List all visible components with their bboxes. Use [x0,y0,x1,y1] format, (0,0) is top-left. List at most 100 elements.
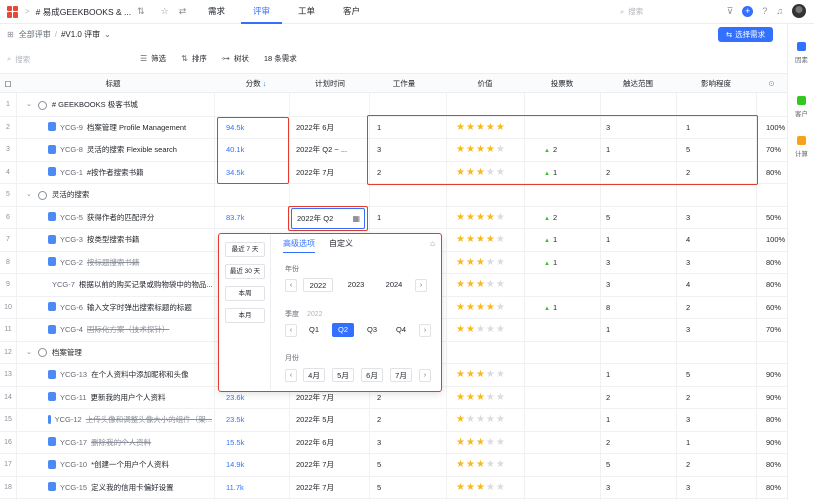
star-icon[interactable]: ★ [466,279,476,290]
reach-value[interactable]: 8 [606,297,676,319]
quick-this-week[interactable]: 本周 [225,286,265,301]
star-icon[interactable]: ★ [456,279,466,290]
star-icon[interactable]: ★ [496,459,506,470]
year-prev-icon[interactable]: ‹ [285,278,297,292]
col-value[interactable]: 价值 [446,73,524,93]
star-icon[interactable]: ★ [486,459,496,470]
star-icon[interactable]: ★ [496,482,506,493]
breadcrumb-root[interactable]: 全部评审 [19,29,51,40]
table-search[interactable]: ⌕ 搜索 [7,54,127,65]
impact-value[interactable]: 3 [686,252,756,274]
table-row[interactable]: 15 YCG-12 上传头像和调整头像大小的组件（架... 23.5k 2022年 5月… [0,409,787,432]
star-icon[interactable]: ★ [466,212,476,223]
requirement-title[interactable]: YCG-8 灵活的搜索 Flexible search [48,139,212,161]
star-icon[interactable]: ★ [486,302,496,313]
star-icon[interactable]: ★ [496,257,506,268]
value-rating[interactable]: ★★★★★ [456,432,536,454]
reach-value[interactable]: 3 [606,274,676,296]
requirement-code[interactable]: YCG-7 [52,274,75,296]
quarter-option-q2[interactable]: Q2 [332,323,354,337]
requirement-title[interactable]: YCG-9 档案管理 Profile Management [48,117,212,139]
tab-review[interactable]: 评审 [241,0,282,24]
star-icon[interactable]: ★ [466,324,476,335]
star-icon[interactable]: ★ [476,212,486,223]
star-icon[interactable]: ★ [476,324,486,335]
requirement-title-text[interactable]: *创建一个用户个人资料 [91,454,169,476]
value-rating[interactable]: ★★★★★ [456,297,536,319]
star-icon[interactable]: ★ [466,459,476,470]
impact-value[interactable]: 2 [686,387,756,409]
star-icon[interactable]: ★ [486,369,496,380]
quarter-option-q3[interactable]: Q3 [361,323,383,337]
star-icon[interactable]: ★ [466,437,476,448]
votes-cell[interactable]: ▲ 1 [544,252,600,274]
value-rating[interactable]: ★★★★★ [456,409,536,431]
swap-icon[interactable]: ⇄ [179,6,187,17]
star-icon[interactable]: ★ [456,459,466,470]
plan-time[interactable]: 2022年 7月 [296,477,368,499]
requirement-title[interactable]: YCG-12 上传头像和调整头像大小的组件（架... [48,409,212,431]
star-icon[interactable]: ★ [486,257,496,268]
requirement-code[interactable]: YCG-9 [60,117,83,139]
rail-item-factors[interactable]: 因素 [788,42,814,64]
tab-advanced[interactable]: 高级选项 [283,238,315,253]
workload-value[interactable]: 1 [377,207,447,229]
filter-funnel-icon[interactable]: ⊽ [727,6,734,17]
filter-button[interactable]: ☰ 筛选 [140,53,166,64]
workload-value[interactable]: 3 [377,432,447,454]
help-icon[interactable]: ? [762,6,767,16]
tree-view-button[interactable]: ⊶ 树状 [222,53,249,64]
star-icon[interactable]: ★ [486,279,496,290]
menu-grid-icon[interactable]: ⊞ [7,30,14,39]
rail-item-customers[interactable]: 客户 [788,96,814,118]
quarter-prev-icon[interactable]: ‹ [285,323,297,337]
reach-value[interactable]: 1 [606,364,676,386]
project-title[interactable]: # 易成GEEKBOOKS & ... [36,6,131,18]
quick-last-7-days[interactable]: 最近 7 天 [225,242,265,257]
requirement-title-text[interactable]: 灵活的搜索 Flexible search [87,139,177,161]
chevron-down-icon[interactable]: ⌄ [26,184,32,206]
requirement-title[interactable]: YCG-11 更新我的用户个人资料 [48,387,212,409]
requirement-title-text[interactable]: 在个人资料中添加昵称和头像 [91,364,189,386]
upvote-icon[interactable]: ▲ [544,238,550,244]
requirement-title-text[interactable]: 输入文字时弹出搜索标题的标题 [87,297,192,319]
requirement-title[interactable]: YCG-10 *创建一个用户个人资料 [48,454,212,476]
year-option-2022[interactable]: 2022 [303,278,333,292]
quarter-next-icon[interactable]: › [419,323,431,337]
requirement-code[interactable]: YCG-5 [60,207,83,229]
plan-time[interactable]: 2022年 6月 [296,117,368,139]
col-score[interactable]: 分数 ↓ [226,73,286,93]
star-icon[interactable]: ★ [496,414,506,425]
value-rating[interactable]: ★★★★★ [456,387,536,409]
requirement-code[interactable]: YCG-11 [60,387,87,409]
upvote-icon[interactable]: ▲ [544,306,550,312]
star-icon[interactable]: ★ [466,392,476,403]
requirement-code[interactable]: YCG-10 [60,454,87,476]
requirement-title-text[interactable]: 更新我的用户个人资料 [91,387,166,409]
requirement-title[interactable]: YCG-17 删除我的个人资料 [48,432,212,454]
table-row[interactable]: 16 YCG-17 删除我的个人资料 15.5k 2022年 6月 3 ★★★★★ 2 1 90% [0,432,787,454]
star-icon[interactable]: ★ [466,414,476,425]
picker-home-icon[interactable]: ⌂ [430,239,435,248]
value-rating[interactable]: ★★★★★ [456,319,536,341]
star-icon[interactable]: ★ [486,414,496,425]
votes-cell[interactable] [544,364,600,386]
requirement-title[interactable]: YCG-2 按标题搜索书籍 [48,252,212,274]
global-search[interactable]: ⌕ 搜索 [620,5,684,18]
workload-value[interactable]: 2 [377,409,447,431]
requirement-code[interactable]: YCG-13 [60,364,87,386]
star-icon[interactable]: ★ [486,234,496,245]
reach-value[interactable]: 1 [606,319,676,341]
requirement-title-text[interactable]: 根据以前的购买记录或购物袋中的物品... [79,274,212,296]
table-row[interactable]: 6 YCG-5 获得作者的匹配评分 83.7k 1 ★★★★★ ▲ 2 5 3 50% [0,207,787,229]
table-row[interactable]: 17 YCG-10 *创建一个用户个人资料 14.9k 2022年 7月 5 ★★★★★ 5 2… [0,454,787,477]
votes-cell[interactable] [544,432,600,454]
star-icon[interactable]: ★ [466,369,476,380]
star-icon[interactable]: ★ [456,234,466,245]
requirement-code[interactable]: YCG-2 [60,252,83,274]
requirement-title[interactable]: YCG-3 按类型搜索书籍 [48,229,212,251]
reach-value[interactable]: 5 [606,207,676,229]
star-icon[interactable]: ★ [456,212,466,223]
column-settings-icon[interactable]: ⊙ [756,73,787,93]
value-rating[interactable]: ★★★★★ [456,364,536,386]
